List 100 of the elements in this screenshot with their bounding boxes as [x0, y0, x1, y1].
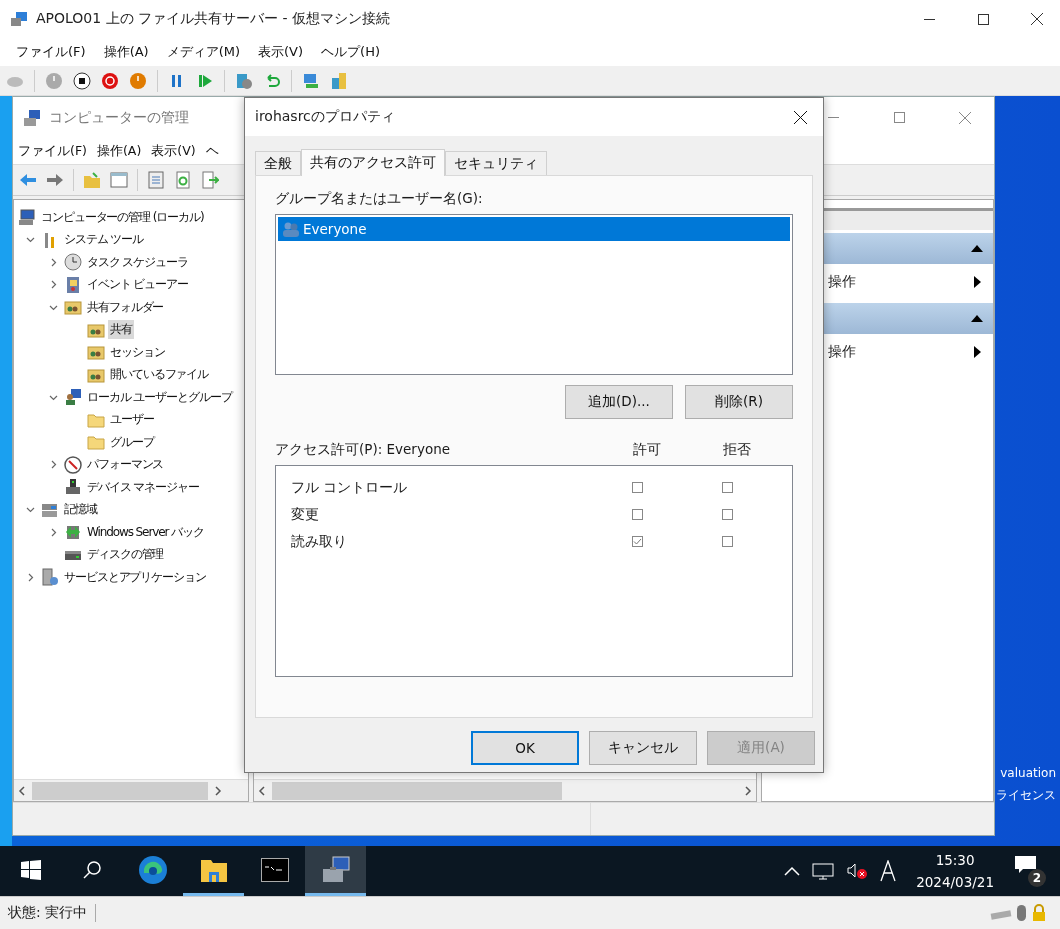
- checkpoint-icon[interactable]: [235, 71, 253, 90]
- computer-icon: [18, 208, 36, 227]
- tree-item[interactable]: ローカル ユーザーとグループ: [45, 386, 236, 409]
- chevron-up-icon[interactable]: [784, 866, 801, 876]
- scroll-left-icon[interactable]: [258, 785, 266, 796]
- watermark-text: valuation: [1000, 765, 1056, 782]
- horizontal-scrollbar[interactable]: [254, 779, 756, 801]
- network-icon[interactable]: [302, 71, 320, 90]
- push-button[interactable]: 削除(R): [685, 385, 793, 419]
- push-button[interactable]: キャンセル: [589, 731, 697, 765]
- shared-folder-icon: [64, 298, 82, 317]
- browser-icon: [137, 854, 168, 885]
- gauge-icon: [64, 455, 82, 474]
- checkbox[interactable]: [722, 536, 733, 547]
- push-button[interactable]: OK: [471, 731, 579, 765]
- scroll-right-icon[interactable]: [214, 785, 222, 796]
- tree-item[interactable]: コンピューターの管理 (ローカル): [18, 206, 208, 229]
- device-icon: [64, 478, 82, 497]
- clock-icon: [64, 253, 82, 272]
- dialog-title: irohasrcのプロパティ: [255, 108, 395, 126]
- terminal-icon: [260, 857, 289, 882]
- scroll-right-icon[interactable]: [744, 785, 752, 796]
- permission-name: フル コントロール: [291, 478, 409, 497]
- chevron-down-icon[interactable]: [25, 235, 35, 245]
- tree-item[interactable]: ユーザー: [68, 408, 158, 431]
- shutdown-icon[interactable]: [101, 71, 119, 90]
- tree-item[interactable]: タスク スケジューラ: [45, 251, 192, 274]
- checkbox[interactable]: [722, 482, 733, 493]
- tree-item[interactable]: パフォーマンス: [45, 453, 168, 476]
- share-icon[interactable]: [330, 71, 348, 90]
- tab[interactable]: 共有のアクセス許可: [301, 149, 445, 176]
- column-header: 許可: [633, 441, 662, 459]
- status-text: 状態: 実行中: [0, 904, 97, 922]
- field-label: グループ名またはユーザー名(G):: [275, 190, 484, 208]
- permission-name: 変更: [291, 505, 320, 524]
- shared-folder-icon: [87, 343, 105, 362]
- tab[interactable]: セキュリティ: [445, 151, 547, 175]
- scroll-left-icon[interactable]: [18, 785, 26, 796]
- stop-icon[interactable]: [73, 71, 91, 90]
- tree-item[interactable]: 共有フォルダー: [45, 296, 168, 319]
- menu-item[interactable]: 表示(V): [146, 139, 201, 163]
- collapse-icon[interactable]: [971, 315, 983, 322]
- menu-item[interactable]: 表示(V): [250, 40, 312, 64]
- export-icon[interactable]: [201, 171, 219, 189]
- power-icon[interactable]: [129, 71, 147, 90]
- muted-speaker-icon[interactable]: [846, 862, 869, 880]
- submenu-arrow-icon: [974, 276, 981, 288]
- tree-item[interactable]: システム ツール: [22, 228, 147, 251]
- event-log-icon: [64, 275, 82, 294]
- close-icon: [959, 111, 971, 124]
- network-icon[interactable]: [812, 862, 835, 880]
- forward-arrow-icon[interactable]: [46, 171, 64, 189]
- checkbox[interactable]: [722, 509, 733, 520]
- collapse-icon[interactable]: [971, 245, 983, 252]
- watermark-text: ライセンス: [996, 787, 1056, 804]
- horizontal-scrollbar[interactable]: [14, 779, 248, 801]
- menu-item[interactable]: 操作(A): [95, 40, 157, 64]
- close-icon: [1031, 13, 1043, 25]
- menu-item[interactable]: ヘ: [200, 139, 224, 163]
- tree-item[interactable]: Windows Server バック: [45, 521, 208, 544]
- menu-item[interactable]: ヘルプ(H): [313, 40, 388, 64]
- menu-item[interactable]: メディア(M): [158, 40, 249, 64]
- list-item[interactable]: Everyone: [278, 217, 790, 241]
- maximize-icon: [977, 13, 989, 25]
- backup-icon: [64, 523, 82, 542]
- push-button[interactable]: 追加(D)...: [565, 385, 673, 419]
- tree-item[interactable]: デバイス マネージャー: [45, 476, 203, 499]
- tree-item[interactable]: ディスクの管理: [45, 543, 168, 566]
- console-tree-icon[interactable]: [110, 171, 128, 189]
- checkbox[interactable]: [632, 482, 643, 493]
- tab[interactable]: 全般: [255, 151, 301, 175]
- tree-item[interactable]: 開いているファイル: [68, 363, 213, 386]
- tree-item[interactable]: イベント ビューアー: [45, 273, 192, 296]
- clock[interactable]: 15:30 2024/03/21: [916, 849, 994, 893]
- field-label: アクセス許可(P): Everyone: [275, 441, 451, 459]
- tree-item[interactable]: 共有: [68, 318, 136, 341]
- refresh-icon[interactable]: [174, 171, 192, 189]
- users-icon: [64, 388, 82, 407]
- checkbox[interactable]: [632, 509, 643, 520]
- menu-item[interactable]: ファイル(F): [13, 139, 92, 163]
- submenu-arrow-icon: [974, 346, 981, 358]
- close-icon: [793, 110, 807, 124]
- input-mode-icon[interactable]: [880, 860, 897, 882]
- checkbox[interactable]: [632, 536, 643, 547]
- menu-item[interactable]: 操作(A): [91, 139, 147, 163]
- lock-icon: [1030, 904, 1048, 922]
- checkmark-icon: [633, 537, 642, 546]
- tree-item[interactable]: 記憶域: [22, 498, 101, 521]
- tree-item[interactable]: セッション: [68, 341, 169, 364]
- tree-item[interactable]: サービスとアプリケーション: [22, 566, 210, 589]
- users-icon: [282, 220, 300, 238]
- chevron-down-icon[interactable]: [25, 505, 35, 515]
- permission-name: 読み取り: [291, 532, 348, 551]
- folder-icon: [87, 433, 105, 452]
- menu-item[interactable]: ファイル(F): [8, 40, 94, 64]
- notification-count: 2: [1028, 869, 1046, 887]
- window-title: コンピューターの管理: [49, 108, 189, 127]
- tree-item[interactable]: グループ: [68, 431, 158, 454]
- vm-connection-icon: [10, 10, 28, 28]
- back-arrow-icon[interactable]: [19, 171, 37, 189]
